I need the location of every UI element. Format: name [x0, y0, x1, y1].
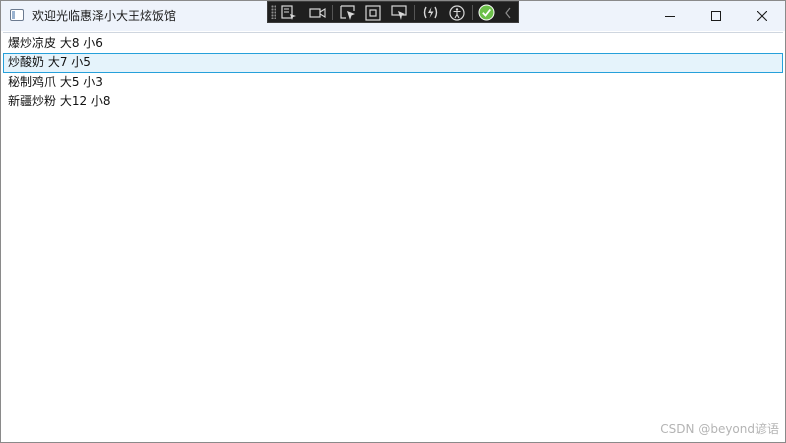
watermark: CSDN @beyond谚语 [660, 422, 779, 436]
track-focused-element-icon[interactable] [390, 4, 408, 21]
status-ok-check-icon[interactable] [477, 4, 495, 21]
maximize-button[interactable] [693, 1, 739, 31]
display-layout-adorners-icon[interactable] [364, 4, 382, 21]
maximize-icon [711, 11, 721, 21]
collapse-toolbar-chevron-icon[interactable] [502, 4, 514, 21]
close-icon [757, 11, 767, 21]
accessibility-checker-icon[interactable] [448, 4, 466, 21]
dish-list[interactable]: 爆炒凉皮 大8 小6 炒酸奶 大7 小5 秘制鸡爪 大5 小3 新疆炒粉 大12… [3, 32, 783, 440]
hot-reload-icon[interactable] [421, 4, 439, 21]
window-app-icon [10, 9, 24, 21]
list-item[interactable]: 新疆炒粉 大12 小8 [3, 92, 783, 112]
select-element-icon[interactable] [339, 4, 357, 21]
list-item[interactable]: 爆炒凉皮 大8 小6 [3, 34, 783, 54]
toolbar-separator [414, 5, 415, 20]
toolbar-separator [472, 5, 473, 20]
list-item[interactable]: 秘制鸡爪 大5 小3 [3, 73, 783, 93]
xaml-debug-toolbar [267, 1, 519, 23]
list-item-label: 秘制鸡爪 大5 小3 [8, 75, 103, 89]
minimize-icon [665, 16, 675, 17]
main-window: 欢迎光临惠泽小大王炫饭馆 爆炒凉皮 大8 小6 炒酸奶 大7 小5 秘制鸡爪 大… [0, 0, 786, 443]
toolbar-separator [332, 5, 333, 20]
video-record-icon[interactable] [308, 4, 326, 21]
list-item-label: 新疆炒粉 大12 小8 [8, 94, 111, 108]
close-button[interactable] [739, 1, 785, 31]
window-title: 欢迎光临惠泽小大王炫饭馆 [32, 9, 177, 23]
minimize-button[interactable] [647, 1, 693, 31]
toolbar-grip-handle[interactable] [271, 5, 276, 19]
list-item-selected[interactable]: 炒酸奶 大7 小5 [3, 53, 783, 73]
list-item-label: 爆炒凉皮 大8 小6 [8, 36, 103, 50]
list-item-label: 炒酸奶 大7 小5 [8, 55, 91, 69]
go-to-live-visual-tree-icon[interactable] [280, 4, 298, 21]
